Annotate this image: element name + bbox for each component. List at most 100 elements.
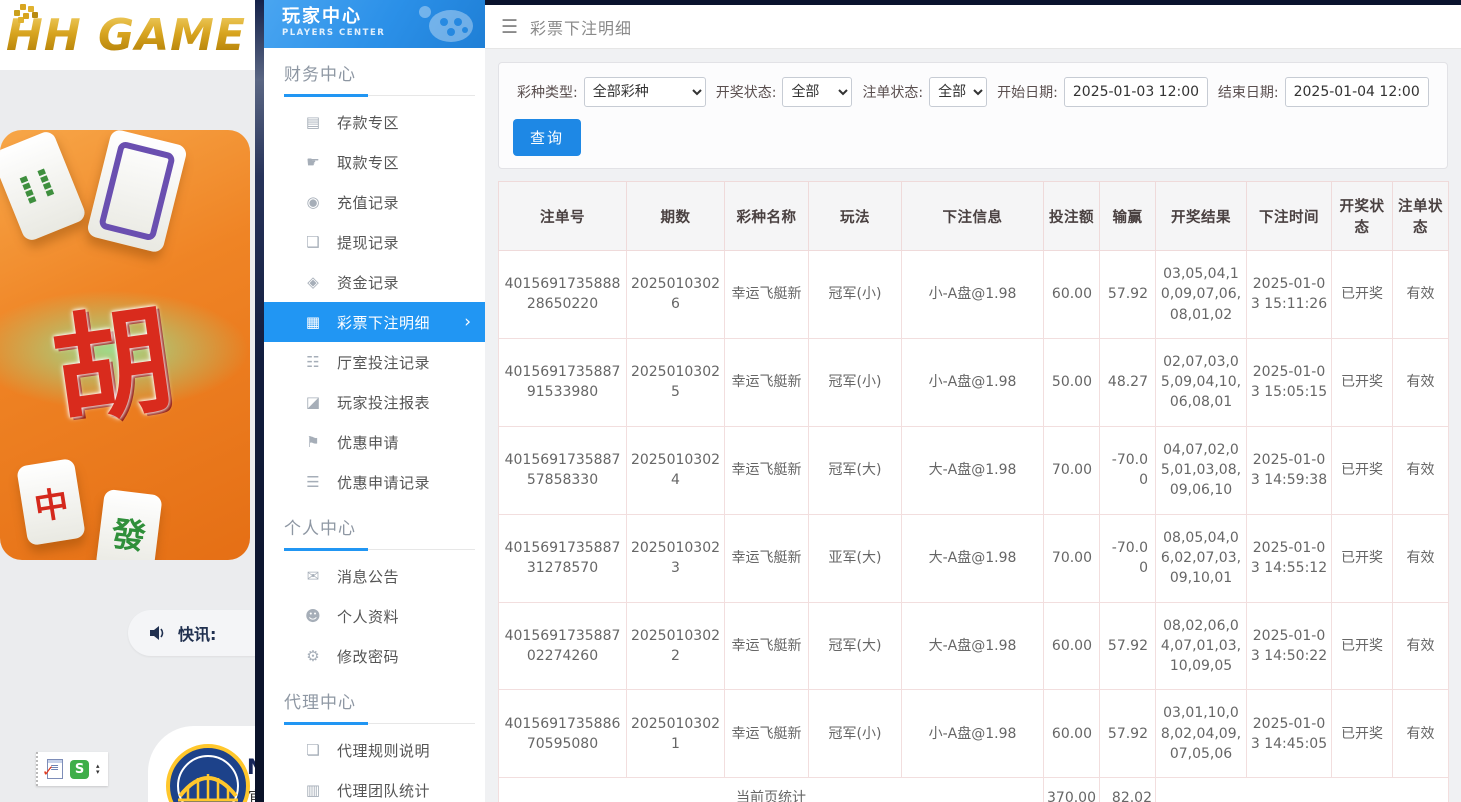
cell-bet-time: 2025-01-03 14:59:38 bbox=[1247, 426, 1332, 514]
cell-amount: 70.00 bbox=[1044, 426, 1100, 514]
cell-win-loss: -70.00 bbox=[1100, 426, 1156, 514]
mahjong-tile-zhong: 中 bbox=[16, 458, 86, 546]
page-header: ☰ 彩票下注明细 bbox=[485, 5, 1461, 49]
banner-hu-character: 胡 bbox=[41, 263, 182, 449]
sidebar-item-promo-apply-record[interactable]: ☰ 优惠申请记录 bbox=[264, 462, 485, 502]
sidebar-item-recharge-record[interactable]: ◉ 充值记录 bbox=[264, 182, 485, 222]
lottery-type-select[interactable]: 全部彩种 bbox=[584, 77, 706, 107]
deposit-card-icon: ▤ bbox=[304, 113, 322, 131]
cell-result: 03,05,04,10,09,07,06,08,01,02 bbox=[1156, 251, 1247, 339]
sidebar-item-fund-record[interactable]: ◈ 资金记录 bbox=[264, 262, 485, 302]
sidebar-item-player-bet-report[interactable]: ◪ 玩家投注报表 bbox=[264, 382, 485, 422]
cell-amount: 50.00 bbox=[1044, 338, 1100, 426]
collapse-arrows-icon[interactable]: ▴▾ bbox=[96, 763, 100, 775]
hamburger-icon[interactable]: ☰ bbox=[501, 16, 518, 38]
section-underline bbox=[284, 549, 475, 550]
sidebar-item-label: 玩家投注报表 bbox=[337, 392, 430, 413]
table-row: 401569173588702274260 20250103022 幸运飞艇新 … bbox=[499, 602, 1449, 690]
warriors-logo bbox=[166, 744, 250, 802]
cell-lottery: 幸运飞艇新 bbox=[725, 426, 809, 514]
logo-confetti-decoration bbox=[20, 4, 26, 10]
sidebar-item-promo-apply[interactable]: ⚑ 优惠申请 bbox=[264, 422, 485, 462]
background-divider bbox=[255, 0, 264, 802]
cell-bet-no: 401569173588670595080 bbox=[499, 690, 627, 778]
sidebar-item-withdrawal-record[interactable]: ❑ 提现记录 bbox=[264, 222, 485, 262]
sidebar-item-label: 存款专区 bbox=[337, 112, 399, 133]
table-row: 401569173588828650220 20250103026 幸运飞艇新 … bbox=[499, 251, 1449, 339]
stats-icon: ▥ bbox=[304, 781, 322, 799]
end-date-input[interactable] bbox=[1285, 77, 1429, 107]
cell-lottery: 幸运飞艇新 bbox=[725, 338, 809, 426]
start-date-label: 开始日期: bbox=[997, 82, 1058, 102]
cell-draw-status: 已开奖 bbox=[1332, 690, 1393, 778]
sidebar-header: 玩家中心 PLAYERS CENTER bbox=[264, 0, 485, 48]
sidebar-item-deposit-zone[interactable]: ▤ 存款专区 bbox=[264, 102, 485, 142]
bet-status-select[interactable]: 全部 bbox=[929, 77, 987, 107]
cell-period: 20250103022 bbox=[627, 602, 725, 690]
cell-lottery: 幸运飞艇新 bbox=[725, 514, 809, 602]
sidebar-item-hall-bet-record[interactable]: ☷ 厅室投注记录 bbox=[264, 342, 485, 382]
sidebar-item-label: 代理团队统计 bbox=[337, 780, 430, 801]
sidebar-item-label: 优惠申请记录 bbox=[337, 472, 430, 493]
sidebar-item-withdraw-zone[interactable]: ☛ 取款专区 bbox=[264, 142, 485, 182]
sidebar-item-change-password[interactable]: ⚙ 修改密码 bbox=[264, 636, 485, 676]
cell-bet-no: 401569173588731278570 bbox=[499, 514, 627, 602]
cell-play: 亚军(大) bbox=[809, 514, 902, 602]
filter-panel: 彩种类型: 全部彩种 开奖状态: 全部 注单状态: 全部 开始日期: 结束日期: bbox=[498, 62, 1448, 169]
cell-bet-no: 401569173588757858330 bbox=[499, 426, 627, 514]
sidebar-item-lottery-bet-detail[interactable]: ▦ 彩票下注明细 › bbox=[264, 302, 485, 342]
gamepad-icon bbox=[411, 2, 475, 48]
sidebar-item-label: 提现记录 bbox=[337, 232, 399, 253]
header-result: 开奖结果 bbox=[1156, 182, 1247, 251]
cell-play: 冠军(小) bbox=[809, 251, 902, 339]
header-win-loss: 输赢 bbox=[1100, 182, 1156, 251]
section-personal: 个人中心 bbox=[264, 502, 485, 556]
cell-bet-no: 401569173588702274260 bbox=[499, 602, 627, 690]
cell-result: 08,05,04,06,02,07,03,09,10,01 bbox=[1156, 514, 1247, 602]
page-summary-empty bbox=[1156, 778, 1449, 802]
funds-icon: ◈ bbox=[304, 273, 322, 291]
cell-bet-status: 有效 bbox=[1393, 251, 1449, 339]
sidebar-item-messages[interactable]: ✉ 消息公告 bbox=[264, 556, 485, 596]
cell-bet-status: 有效 bbox=[1393, 426, 1449, 514]
sidebar-item-agent-team-stats[interactable]: ▥ 代理团队统计 bbox=[264, 770, 485, 802]
document-check-icon[interactable] bbox=[47, 759, 63, 779]
person-icon: ☻ bbox=[304, 607, 322, 625]
query-button[interactable]: 查询 bbox=[513, 119, 581, 156]
main-content: ☰ 彩票下注明细 彩种类型: 全部彩种 开奖状态: 全部 注单状态: 全部 bbox=[485, 0, 1461, 802]
start-date-input[interactable] bbox=[1064, 77, 1208, 107]
site-logo-bar: HH GAME bbox=[0, 0, 255, 70]
cell-lottery: 幸运飞艇新 bbox=[725, 602, 809, 690]
cell-lottery: 幸运飞艇新 bbox=[725, 690, 809, 778]
cell-amount: 60.00 bbox=[1044, 602, 1100, 690]
sidebar-item-agent-rules[interactable]: ❏ 代理规则说明 bbox=[264, 730, 485, 770]
moneybag-icon: ◉ bbox=[304, 193, 322, 211]
promo-icon: ⚑ bbox=[304, 433, 322, 451]
news-ticker: 快讯: bbox=[128, 610, 255, 656]
cell-draw-status: 已开奖 bbox=[1332, 514, 1393, 602]
floating-toolbar: S ▴▾ bbox=[36, 752, 108, 786]
header-lottery: 彩种名称 bbox=[725, 182, 809, 251]
page-summary-win-loss: 82.02 bbox=[1100, 778, 1156, 802]
table-row: 401569173588757858330 20250103024 幸运飞艇新 … bbox=[499, 426, 1449, 514]
cell-amount: 70.00 bbox=[1044, 514, 1100, 602]
cell-win-loss: 57.92 bbox=[1100, 602, 1156, 690]
wallet-icon: ❑ bbox=[304, 233, 322, 251]
cell-bet-no: 401569173588828650220 bbox=[499, 251, 627, 339]
s-app-icon[interactable]: S bbox=[70, 760, 89, 779]
header-amount: 投注额 bbox=[1044, 182, 1100, 251]
section-finance: 财务中心 bbox=[264, 48, 485, 102]
cell-bet-time: 2025-01-03 15:05:15 bbox=[1247, 338, 1332, 426]
header-bet-time: 下注时间 bbox=[1247, 182, 1332, 251]
section-agent-label: 代理中心 bbox=[284, 688, 475, 713]
cell-bet-time: 2025-01-03 15:11:26 bbox=[1247, 251, 1332, 339]
draw-status-select[interactable]: 全部 bbox=[782, 77, 852, 107]
mahjong-game-banner: 胡 中 發 bbox=[0, 130, 250, 560]
cell-bet-info: 小-A盘@1.98 bbox=[902, 251, 1044, 339]
section-personal-label: 个人中心 bbox=[284, 514, 475, 539]
header-bet-status: 注单状态 bbox=[1393, 182, 1449, 251]
sidebar-item-profile[interactable]: ☻ 个人资料 bbox=[264, 596, 485, 636]
sidebar-item-label: 个人资料 bbox=[337, 606, 399, 627]
bet-detail-icon: ▦ bbox=[304, 313, 322, 331]
sidebar-item-label: 修改密码 bbox=[337, 646, 399, 667]
